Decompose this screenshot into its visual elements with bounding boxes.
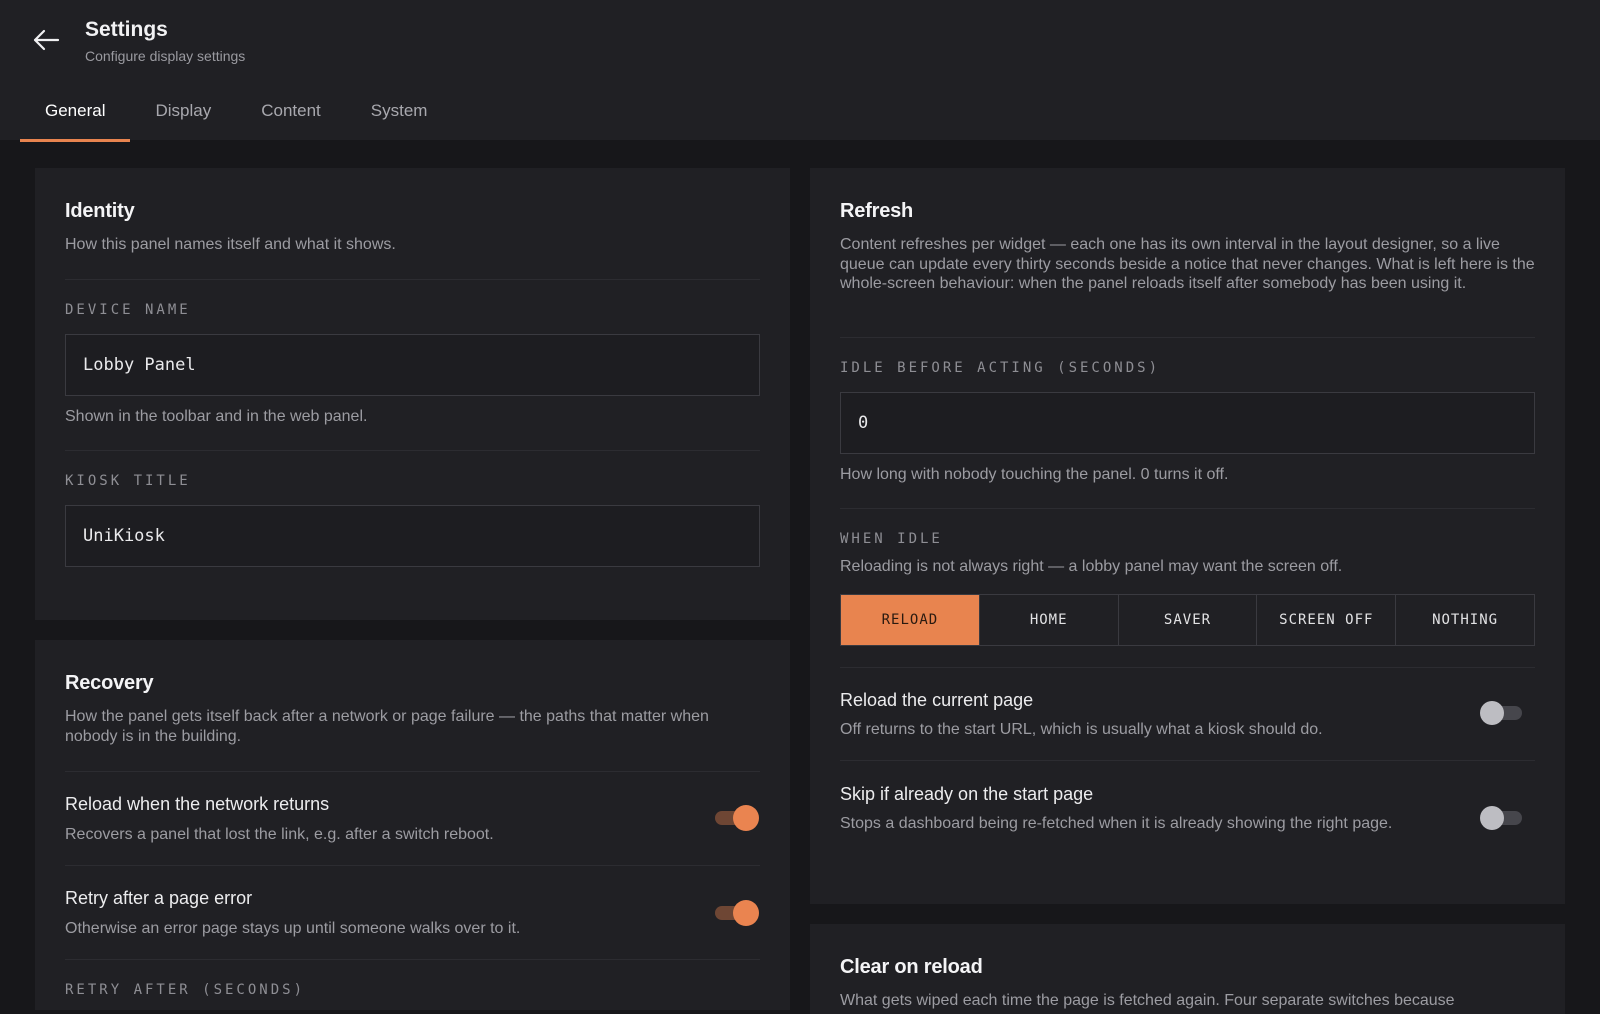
recovery-row-desc: Otherwise an error page stays up until s… — [65, 920, 521, 937]
device-name-label: DEVICE NAME — [65, 302, 191, 318]
recovery-title: Recovery — [65, 672, 154, 694]
page-subtitle: Configure display settings — [85, 48, 246, 64]
refresh-row-desc: Off returns to the start URL, which is u… — [840, 721, 1323, 738]
retry-after-label: RETRY AFTER (SECONDS) — [65, 982, 306, 998]
tab-display[interactable]: Display — [130, 86, 236, 142]
idle-helper: How long with nobody touching the panel.… — [840, 466, 1229, 483]
tab-system[interactable]: System — [346, 86, 453, 142]
device-name-input[interactable]: Lobby Panel — [65, 334, 760, 396]
refresh-row-title: Skip if already on the start page — [840, 784, 1094, 804]
divider — [840, 337, 1535, 338]
recovery-row-title: Reload when the network returns — [65, 794, 330, 814]
recovery-row-desc: Recovers a panel that lost the link, e.g… — [65, 826, 494, 843]
when-idle-desc: Reloading is not always right — a lobby … — [840, 558, 1343, 575]
divider — [65, 771, 760, 772]
recovery-row-title: Retry after a page error — [65, 888, 253, 908]
refresh-row-title: Reload the current page — [840, 690, 1034, 710]
top-bar: Settings Configure display settings Gene… — [0, 0, 1600, 142]
divider — [840, 667, 1535, 668]
reload-current-page-toggle[interactable] — [1480, 700, 1524, 726]
device-name-helper: Shown in the toolbar and in the web pane… — [65, 408, 368, 425]
idle-seconds-input[interactable]: 0 — [840, 392, 1535, 454]
divider — [65, 959, 760, 960]
identity-desc: How this panel names itself and what it … — [65, 236, 396, 253]
clear-on-reload-title: Clear on reload — [840, 956, 983, 978]
page-title: Settings — [85, 18, 168, 41]
retry-page-error-toggle[interactable] — [713, 900, 759, 926]
refresh-title: Refresh — [840, 200, 914, 222]
divider — [65, 279, 760, 280]
divider — [840, 760, 1535, 761]
when-idle-label: WHEN IDLE — [840, 531, 943, 547]
option-home[interactable]: HOME — [978, 595, 1118, 645]
when-idle-selector: RELOAD HOME SAVER SCREEN OFF NOTHING — [840, 594, 1535, 646]
option-nothing[interactable]: NOTHING — [1395, 595, 1534, 645]
tab-content[interactable]: Content — [236, 86, 346, 142]
option-saver[interactable]: SAVER — [1117, 595, 1257, 645]
recovery-desc: How the panel gets itself back after a n… — [65, 708, 709, 745]
skip-start-page-toggle[interactable] — [1480, 805, 1524, 831]
refresh-desc: Content refreshes per widget — each one … — [840, 236, 1535, 292]
option-reload[interactable]: RELOAD — [841, 595, 979, 645]
divider — [65, 450, 760, 451]
kiosk-title-input[interactable]: UniKiosk — [65, 505, 760, 567]
identity-card: Identity How this panel names itself and… — [35, 168, 790, 620]
clear-on-reload-desc: What gets wiped each time the page is fe… — [840, 992, 1455, 1009]
tab-bar: General Display Content System — [20, 86, 452, 142]
refresh-card: Refresh Content refreshes per widget — e… — [810, 168, 1565, 904]
divider — [65, 865, 760, 866]
kiosk-title-label: KIOSK TITLE — [65, 473, 191, 489]
tab-general[interactable]: General — [20, 86, 131, 142]
toggle-knob — [733, 805, 759, 831]
divider — [840, 508, 1535, 509]
option-screen-off[interactable]: SCREEN OFF — [1256, 595, 1395, 645]
identity-title: Identity — [65, 200, 135, 222]
refresh-row-desc: Stops a dashboard being re-fetched when … — [840, 815, 1393, 832]
clear-on-reload-card: Clear on reload What gets wiped each tim… — [810, 924, 1565, 1014]
toggle-knob — [1480, 806, 1504, 830]
back-button[interactable] — [28, 26, 64, 54]
toggle-knob — [1480, 701, 1504, 725]
toggle-knob — [733, 900, 759, 926]
idle-label: IDLE BEFORE ACTING (SECONDS) — [840, 360, 1161, 376]
recovery-card: Recovery How the panel gets itself back … — [35, 640, 790, 1010]
reload-on-network-toggle[interactable] — [713, 805, 759, 831]
arrow-left-icon — [33, 29, 60, 51]
